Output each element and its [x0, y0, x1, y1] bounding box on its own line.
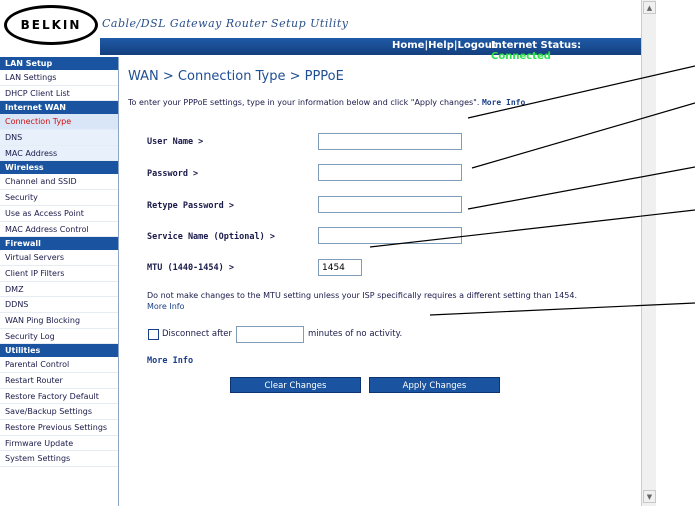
- service-name-input[interactable]: [318, 227, 462, 244]
- sidebar-item-dns[interactable]: DNS: [0, 130, 118, 146]
- sidebar-item-lan-settings[interactable]: LAN Settings: [0, 70, 118, 86]
- mtu-input[interactable]: [318, 259, 362, 276]
- more-info-link[interactable]: More Info: [147, 356, 193, 366]
- header: BELKIN Cable/DSL Gateway Router Setup Ut…: [0, 0, 642, 62]
- retype-password-label: Retype Password >: [147, 201, 234, 211]
- sidebar-section-wireless[interactable]: Wireless: [0, 161, 118, 175]
- sidebar-section-internet-wan[interactable]: Internet WAN: [0, 101, 118, 115]
- vertical-scrollbar[interactable]: ▲ ▼: [641, 0, 656, 506]
- sidebar-item-parental-control[interactable]: Parental Control: [0, 357, 118, 373]
- apply-changes-button[interactable]: Apply Changes: [369, 377, 500, 393]
- sidebar-item-virtual-servers[interactable]: Virtual Servers: [0, 250, 118, 266]
- sidebar-item-ddns[interactable]: DDNS: [0, 297, 118, 313]
- header-links: Home|Help|Logout: [392, 40, 497, 51]
- intro-text: To enter your PPPoE settings, type in yo…: [128, 97, 588, 108]
- sidebar-item-restore-factory-default[interactable]: Restore Factory Default: [0, 389, 118, 405]
- password-label: Password >: [147, 169, 199, 179]
- mtu-note: Do not make changes to the MTU setting u…: [147, 290, 577, 312]
- password-input[interactable]: [318, 164, 462, 181]
- sidebar-item-mac-address[interactable]: MAC Address: [0, 145, 118, 162]
- intro-more-info-link[interactable]: More Info: [482, 98, 525, 107]
- main-content: WAN > Connection Type > PPPoE To enter y…: [119, 57, 641, 506]
- sidebar-item-security-log[interactable]: Security Log: [0, 329, 118, 345]
- disconnect-row: Disconnect after minutes of no activity.: [148, 325, 402, 343]
- clear-changes-button[interactable]: Clear Changes: [230, 377, 361, 393]
- retype-password-input[interactable]: [318, 196, 462, 213]
- sidebar-item-connection-type[interactable]: Connection Type: [0, 114, 118, 131]
- scroll-down-icon[interactable]: ▼: [643, 490, 656, 503]
- user-name-input[interactable]: [318, 133, 462, 150]
- mtu-label: MTU (1440-1454) >: [147, 263, 234, 273]
- disconnect-minutes-input[interactable]: [236, 325, 305, 343]
- user-name-label: User Name >: [147, 137, 204, 147]
- sidebar-item-security[interactable]: Security: [0, 190, 118, 206]
- header-title: Cable/DSL Gateway Router Setup Utility: [102, 17, 349, 30]
- home-link[interactable]: Home: [392, 40, 424, 51]
- sidebar-item-dhcp-client-list[interactable]: DHCP Client List: [0, 86, 118, 102]
- disconnect-checkbox[interactable]: [148, 328, 159, 340]
- sidebar-section-utilities[interactable]: Utilities: [0, 344, 118, 358]
- logo-text: BELKIN: [20, 18, 82, 32]
- disconnect-suffix: minutes of no activity.: [308, 329, 403, 339]
- mtu-more-info-link[interactable]: More Info: [147, 302, 185, 311]
- sidebar-section-lan-setup[interactable]: LAN Setup: [0, 57, 118, 70]
- sidebar-item-system-settings[interactable]: System Settings: [0, 451, 118, 468]
- sidebar-item-client-ip-filters[interactable]: Client IP Filters: [0, 266, 118, 282]
- sidebar-item-restore-previous-settings[interactable]: Restore Previous Settings: [0, 420, 118, 436]
- sidebar-item-wan-ping-blocking[interactable]: WAN Ping Blocking: [0, 313, 118, 329]
- sidebar-item-restart-router[interactable]: Restart Router: [0, 373, 118, 389]
- mtu-note-text: Do not make changes to the MTU setting u…: [147, 291, 577, 300]
- sidebar-item-dmz[interactable]: DMZ: [0, 282, 118, 298]
- intro-body: To enter your PPPoE settings, type in yo…: [128, 98, 480, 107]
- router-setup-page: BELKIN Cable/DSL Gateway Router Setup Ut…: [0, 0, 642, 506]
- sidebar-item-firmware-update[interactable]: Firmware Update: [0, 436, 118, 452]
- page-title: WAN > Connection Type > PPPoE: [128, 69, 344, 84]
- sidebar-item-save-backup-settings[interactable]: Save/Backup Settings: [0, 404, 118, 421]
- sidebar-item-mac-address-control[interactable]: MAC Address Control: [0, 222, 118, 238]
- help-link[interactable]: Help: [428, 40, 454, 51]
- disconnect-prefix: Disconnect after: [162, 329, 233, 339]
- sidebar-item-channel-and-ssid[interactable]: Channel and SSID: [0, 174, 118, 191]
- scroll-up-icon[interactable]: ▲: [643, 1, 656, 14]
- sidebar-section-firewall[interactable]: Firewall: [0, 237, 118, 251]
- belkin-logo: BELKIN: [4, 5, 98, 45]
- status-label: Internet Status:: [491, 40, 582, 51]
- service-name-label: Service Name (Optional) >: [147, 232, 275, 242]
- sidebar: LAN Setup LAN Settings DHCP Client List …: [0, 57, 119, 506]
- sidebar-item-use-as-access-point[interactable]: Use as Access Point: [0, 206, 118, 222]
